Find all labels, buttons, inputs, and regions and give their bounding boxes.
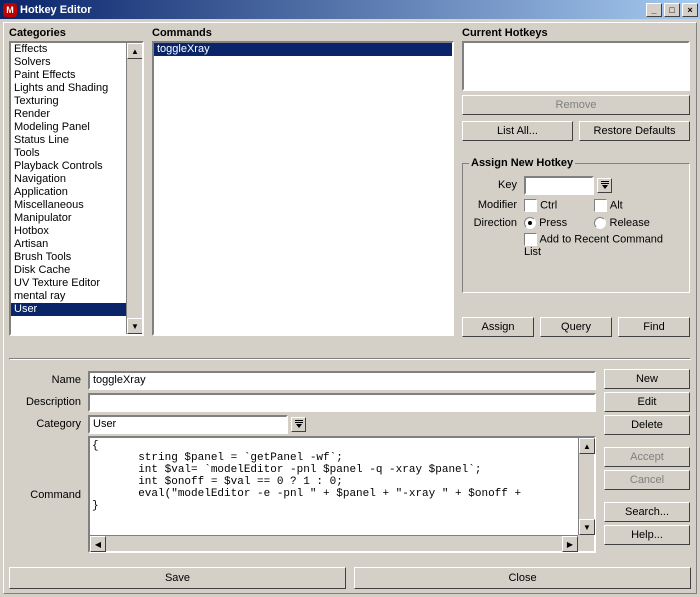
- accept-button[interactable]: Accept: [604, 447, 690, 467]
- key-label: Key: [469, 174, 523, 196]
- commands-list[interactable]: toggleXray: [152, 41, 454, 336]
- category-item[interactable]: UV Texture Editor: [11, 277, 126, 290]
- help-button[interactable]: Help...: [604, 525, 690, 545]
- query-button[interactable]: Query: [540, 317, 612, 337]
- maximize-button[interactable]: □: [664, 3, 680, 17]
- category-item[interactable]: Artisan: [11, 238, 126, 251]
- scroll-up-icon[interactable]: ▲: [579, 438, 595, 454]
- alt-checkbox[interactable]: [594, 199, 607, 212]
- category-item[interactable]: Manipulator: [11, 212, 126, 225]
- key-dropdown-button[interactable]: [597, 178, 612, 193]
- press-radio[interactable]: [524, 217, 536, 229]
- category-dropdown-button[interactable]: [291, 417, 306, 432]
- assign-hotkey-group: Assign New Hotkey Key Modifier Ctrl Alt: [462, 163, 690, 293]
- search-button[interactable]: Search...: [604, 502, 690, 522]
- press-label: Press: [539, 217, 567, 229]
- category-item[interactable]: Hotbox: [11, 225, 126, 238]
- categories-scrollbar[interactable]: ▲ ▼: [126, 43, 142, 334]
- modifier-label: Modifier: [469, 196, 523, 214]
- find-button[interactable]: Find: [618, 317, 690, 337]
- command-textarea-wrap: ▲ ▼ ◀ ▶: [88, 436, 596, 553]
- remove-button[interactable]: Remove: [462, 95, 690, 115]
- current-hotkeys-list[interactable]: [462, 41, 690, 91]
- category-item[interactable]: Tools: [11, 147, 126, 160]
- close-button[interactable]: Close: [354, 567, 691, 589]
- category-item[interactable]: User: [11, 303, 126, 316]
- category-item[interactable]: mental ray: [11, 290, 126, 303]
- name-input[interactable]: [88, 371, 596, 390]
- window-title: Hotkey Editor: [20, 4, 92, 16]
- command-label: Command: [9, 435, 87, 554]
- main-panel: Categories EffectsSolversPaint EffectsLi…: [3, 22, 697, 594]
- assign-heading: Assign New Hotkey: [469, 157, 575, 169]
- category-item[interactable]: Playback Controls: [11, 160, 126, 173]
- save-button[interactable]: Save: [9, 567, 346, 589]
- category-item[interactable]: Status Line: [11, 134, 126, 147]
- description-input[interactable]: [88, 393, 596, 412]
- category-input[interactable]: [88, 415, 288, 434]
- alt-label: Alt: [610, 199, 623, 211]
- release-label: Release: [610, 217, 650, 229]
- close-window-button[interactable]: ×: [682, 3, 698, 17]
- category-label: Category: [9, 413, 87, 435]
- divider: [9, 358, 691, 360]
- category-item[interactable]: Application: [11, 186, 126, 199]
- category-item[interactable]: Paint Effects: [11, 69, 126, 82]
- edit-button[interactable]: Edit: [604, 392, 690, 412]
- delete-button[interactable]: Delete: [604, 415, 690, 435]
- category-item[interactable]: Disk Cache: [11, 264, 126, 277]
- list-all-button[interactable]: List All...: [462, 121, 573, 141]
- titlebar: M Hotkey Editor _ □ ×: [0, 0, 700, 19]
- scroll-down-icon[interactable]: ▼: [127, 318, 143, 334]
- ctrl-label: Ctrl: [540, 199, 557, 211]
- add-recent-label: Add to Recent Command List: [524, 233, 663, 258]
- cancel-button[interactable]: Cancel: [604, 470, 690, 490]
- release-radio[interactable]: [594, 217, 606, 229]
- restore-defaults-button[interactable]: Restore Defaults: [579, 121, 690, 141]
- commands-heading: Commands: [152, 27, 454, 39]
- name-label: Name: [9, 369, 87, 391]
- direction-label: Direction: [469, 214, 523, 232]
- category-item[interactable]: Modeling Panel: [11, 121, 126, 134]
- ctrl-checkbox[interactable]: [524, 199, 537, 212]
- new-button[interactable]: New: [604, 369, 690, 389]
- category-item[interactable]: Brush Tools: [11, 251, 126, 264]
- scroll-left-icon[interactable]: ◀: [90, 536, 106, 552]
- category-item[interactable]: Effects: [11, 43, 126, 56]
- scroll-down-icon[interactable]: ▼: [579, 519, 595, 535]
- scroll-right-icon[interactable]: ▶: [562, 536, 578, 552]
- category-item[interactable]: Texturing: [11, 95, 126, 108]
- add-recent-checkbox[interactable]: [524, 233, 537, 246]
- categories-list[interactable]: EffectsSolversPaint EffectsLights and Sh…: [9, 41, 144, 336]
- command-hscroll[interactable]: ◀ ▶: [90, 535, 578, 551]
- scroll-up-icon[interactable]: ▲: [127, 43, 143, 59]
- category-item[interactable]: Miscellaneous: [11, 199, 126, 212]
- command-textarea[interactable]: [90, 438, 578, 535]
- category-item[interactable]: Lights and Shading: [11, 82, 126, 95]
- categories-heading: Categories: [9, 27, 144, 39]
- app-icon: M: [3, 3, 17, 17]
- command-item[interactable]: toggleXray: [154, 43, 452, 56]
- key-input[interactable]: [524, 176, 594, 195]
- category-item[interactable]: Render: [11, 108, 126, 121]
- minimize-button[interactable]: _: [646, 3, 662, 17]
- assign-button[interactable]: Assign: [462, 317, 534, 337]
- current-hotkeys-heading: Current Hotkeys: [462, 27, 690, 39]
- description-label: Description: [9, 391, 87, 413]
- category-item[interactable]: Solvers: [11, 56, 126, 69]
- category-item[interactable]: Navigation: [11, 173, 126, 186]
- command-vscroll[interactable]: ▲ ▼: [578, 438, 594, 535]
